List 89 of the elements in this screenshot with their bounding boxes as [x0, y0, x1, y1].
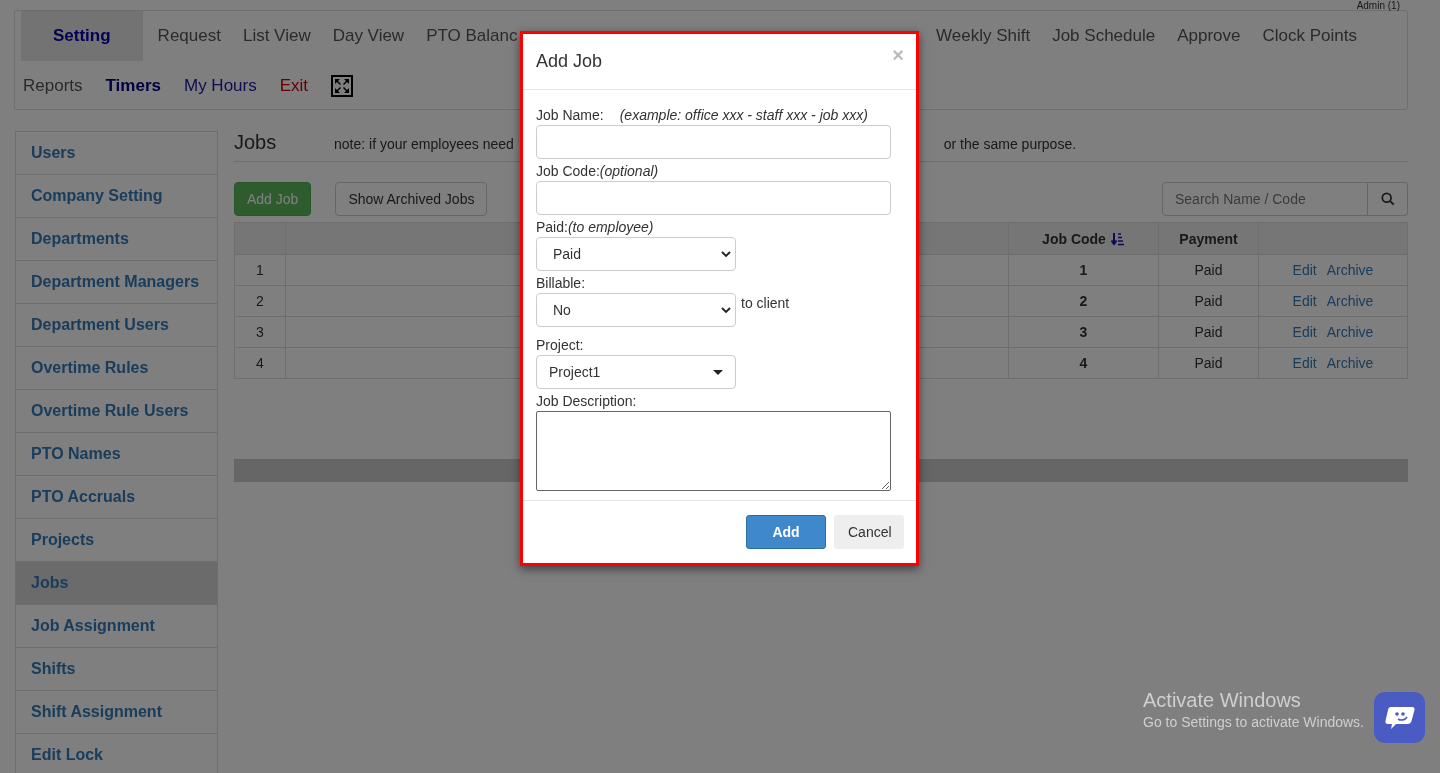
user-label: Admin (1) — [1356, 0, 1400, 11]
table-cell: 4 — [1008, 347, 1159, 379]
nav-tab[interactable]: Exit — [279, 76, 309, 96]
field-suffix: to client — [741, 295, 790, 311]
table-cell: Paid — [1158, 285, 1259, 317]
activation-text: Go to Settings to activate Windows. — [1143, 714, 1364, 730]
table-cell: 2 — [234, 285, 286, 317]
field-label: Job Code: — [536, 163, 600, 179]
table-cell: 3 — [1008, 316, 1159, 348]
sidebar-item[interactable]: Department Managers — [15, 260, 218, 304]
action-link[interactable]: Archive — [1326, 262, 1374, 278]
toolbar-button[interactable]: Show Archived Jobs — [335, 182, 488, 216]
table-cell: 4 — [234, 347, 286, 379]
activation-title: Activate Windows — [1143, 689, 1302, 712]
select-field[interactable]: No — [536, 293, 736, 327]
sidebar-item[interactable]: Overtime Rule Users — [15, 389, 218, 433]
sort-icon[interactable] — [1110, 231, 1125, 246]
field-label: Paid: — [536, 219, 568, 235]
nav-tab[interactable]: Request — [157, 26, 221, 46]
sidebar-item[interactable]: Departments — [15, 217, 218, 261]
nav-tab[interactable]: Job Schedule — [1052, 26, 1156, 46]
action-link[interactable]: Edit — [1292, 262, 1317, 278]
search-icon — [1380, 192, 1395, 206]
table-cell: Paid — [1158, 316, 1259, 348]
field-label: Job Description: — [536, 393, 637, 409]
table-cell: 1 — [1008, 254, 1159, 286]
column-header: Job Code — [1042, 230, 1106, 247]
sidebar-item[interactable]: Job Assignment — [15, 604, 218, 648]
nav-tab[interactable]: Reports — [23, 76, 83, 96]
table-cell: 2 — [1008, 285, 1159, 317]
action-link[interactable]: Archive — [1326, 293, 1374, 309]
nav-tab[interactable]: Clock Points — [1262, 26, 1357, 46]
field-label: Job Name: — [536, 107, 604, 123]
search-button[interactable] — [1368, 182, 1408, 216]
nav-tab[interactable]: Day View — [332, 26, 405, 46]
sidebar-item[interactable]: Projects — [15, 518, 218, 562]
table-cell: Paid — [1158, 347, 1259, 379]
dialog-button[interactable]: Cancel — [834, 515, 904, 549]
field-label: Billable: — [536, 275, 586, 291]
page-title: Jobs — [234, 131, 278, 154]
nav-tab[interactable]: Setting — [21, 11, 143, 61]
nav-tab[interactable]: Timers — [105, 76, 161, 96]
search-field[interactable]: Search Name / Code — [1162, 182, 1368, 216]
text-field[interactable] — [536, 181, 891, 215]
field-label: Project: — [536, 337, 584, 353]
modal-title: Add Job — [536, 51, 603, 72]
field-hint: (optional) — [599, 163, 659, 179]
nav-tab[interactable]: Approve — [1177, 26, 1241, 46]
dropdown-field[interactable]: Project1 — [536, 355, 736, 389]
action-link[interactable]: Archive — [1326, 355, 1374, 371]
note-text: or the same purpose. — [943, 136, 1077, 152]
nav-tab[interactable]: PTO Balanc — [426, 26, 518, 46]
sidebar-item[interactable]: PTO Names — [15, 432, 218, 476]
sidebar-item[interactable]: Shift Assignment — [15, 690, 218, 734]
text-field[interactable] — [536, 125, 891, 159]
chevron-icon — [721, 251, 731, 257]
action-link[interactable]: Edit — [1292, 355, 1317, 371]
nav-tab[interactable]: List View — [242, 26, 311, 46]
chat-button[interactable] — [1374, 692, 1425, 743]
nav-tab[interactable]: Weekly Shift — [936, 26, 1031, 46]
caret-icon — [713, 369, 723, 375]
sidebar-item[interactable]: Company Setting — [15, 174, 218, 218]
chevron-icon — [721, 307, 731, 313]
close-button[interactable]: × — [892, 44, 904, 67]
action-link[interactable]: Edit — [1292, 324, 1317, 340]
table-header-cell: Payment — [1158, 222, 1259, 255]
sidebar-item[interactable]: Shifts — [15, 647, 218, 691]
sidebar-item[interactable]: PTO Accruals — [15, 475, 218, 519]
text-area[interactable] — [536, 411, 891, 491]
fullscreen-icon[interactable] — [331, 75, 354, 97]
sidebar-item[interactable]: Jobs — [15, 561, 218, 605]
dialog-button[interactable]: Add — [746, 515, 826, 549]
chat-bubble-icon — [1384, 704, 1415, 731]
note-text: note: if your employees need — [334, 136, 514, 152]
sidebar-item[interactable]: Overtime Rules — [15, 346, 218, 390]
table-cell: 1 — [234, 254, 286, 286]
sidebar-item[interactable]: Edit Lock — [15, 733, 218, 773]
select-field[interactable]: Paid — [536, 237, 736, 271]
sidebar-item[interactable]: Users — [15, 131, 218, 175]
table-header-cell[interactable]: Job Code — [1008, 222, 1159, 255]
table-cell: 3 — [234, 316, 286, 348]
nav-tab[interactable]: My Hours — [184, 76, 257, 96]
toolbar-button[interactable]: Add Job — [234, 182, 312, 216]
action-link[interactable]: Edit — [1292, 293, 1317, 309]
sidebar-item[interactable]: Department Users — [15, 303, 218, 347]
field-hint: (to employee) — [567, 219, 654, 235]
field-hint: (example: office xxx - staff xxx - job xxx) — [619, 107, 868, 123]
table-cell: Paid — [1158, 254, 1259, 286]
action-link[interactable]: Archive — [1326, 324, 1374, 340]
